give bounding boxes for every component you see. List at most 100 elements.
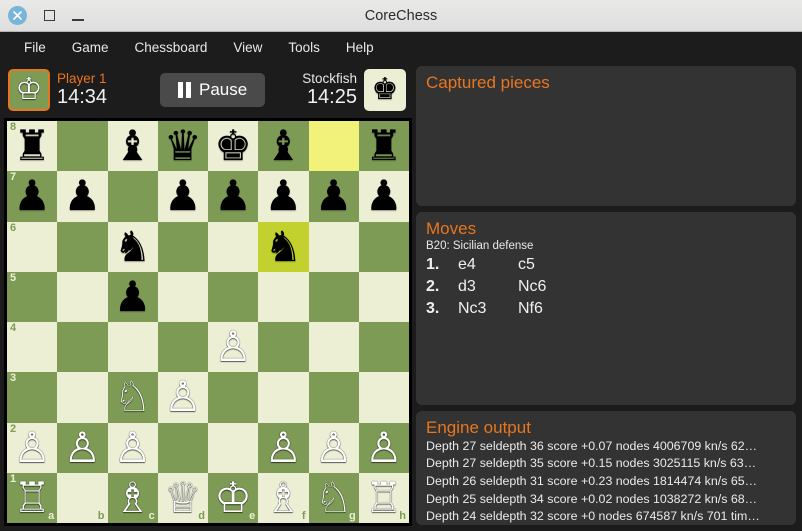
black-pawn-icon[interactable]: ♟ — [359, 171, 409, 221]
engine-output-list[interactable]: Depth 27 seldepth 36 score +0.07 nodes 4… — [426, 438, 786, 525]
menu-item-chessboard[interactable]: Chessboard — [122, 36, 221, 59]
board-square-d6[interactable] — [157, 221, 208, 272]
board-square-f1[interactable]: f ♗ — [258, 472, 309, 523]
board-square-e1[interactable]: e ♔ — [208, 472, 259, 523]
board-square-d7[interactable]: ♟ — [157, 171, 208, 222]
black-bishop-icon[interactable]: ♝ — [258, 121, 308, 171]
board-square-g5[interactable] — [308, 271, 359, 322]
move-row[interactable]: 2. d3 Nc6 — [426, 278, 786, 296]
board-square-f8[interactable]: ♝ — [258, 121, 309, 172]
engine-output-line[interactable]: Depth 26 seldepth 31 score +0.23 nodes 1… — [426, 473, 786, 491]
board-square-c1[interactable]: c ♗ — [107, 472, 158, 523]
move-black[interactable]: c5 — [518, 256, 578, 274]
board-square-h1[interactable]: h ♖ — [358, 472, 409, 523]
board-square-h2[interactable]: ♙ — [358, 422, 409, 473]
white-pawn-icon[interactable]: ♙ — [158, 372, 208, 422]
board-square-b8[interactable] — [57, 121, 108, 172]
board-square-e3[interactable] — [208, 372, 259, 423]
black-queen-icon[interactable]: ♛ — [158, 121, 208, 171]
board-square-h3[interactable] — [358, 372, 409, 423]
white-knight-icon[interactable]: ♘ — [108, 372, 158, 422]
black-knight-icon[interactable]: ♞ — [108, 222, 158, 272]
board-square-e7[interactable]: ♟ — [208, 171, 259, 222]
black-pawn-icon[interactable]: ♟ — [158, 171, 208, 221]
maximize-icon[interactable] — [44, 10, 55, 21]
board-square-c7[interactable] — [107, 171, 158, 222]
pause-button[interactable]: Pause — [160, 73, 266, 107]
board-square-b4[interactable] — [57, 322, 108, 373]
white-pawn-icon[interactable]: ♙ — [359, 423, 409, 473]
move-black[interactable]: Nc6 — [518, 278, 578, 296]
white-queen-icon[interactable]: ♕ — [158, 473, 208, 523]
white-knight-icon[interactable]: ♘ — [309, 473, 359, 523]
board-square-d4[interactable] — [157, 322, 208, 373]
move-white[interactable]: d3 — [458, 278, 518, 296]
board-square-b7[interactable]: ♟ — [57, 171, 108, 222]
board-square-e4[interactable]: ♙ — [208, 322, 259, 373]
board-square-a3[interactable]: 3 — [7, 372, 58, 423]
white-pawn-icon[interactable]: ♙ — [57, 423, 107, 473]
board-square-b5[interactable] — [57, 271, 108, 322]
board-square-g1[interactable]: g ♘ — [308, 472, 359, 523]
move-row[interactable]: 1. e4 c5 — [426, 256, 786, 274]
white-king-icon[interactable]: ♔ — [208, 473, 258, 523]
board-square-f7[interactable]: ♟ — [258, 171, 309, 222]
menu-item-view[interactable]: View — [220, 36, 275, 59]
move-white[interactable]: e4 — [458, 256, 518, 274]
board-square-b2[interactable]: ♙ — [57, 422, 108, 473]
board-square-d2[interactable] — [157, 422, 208, 473]
board-square-f4[interactable] — [258, 322, 309, 373]
board-square-e5[interactable] — [208, 271, 259, 322]
board-square-a8[interactable]: 8 ♜ — [7, 121, 58, 172]
board-square-e2[interactable] — [208, 422, 259, 473]
engine-output-line[interactable]: Depth 24 seldepth 32 score +0 nodes 6745… — [426, 508, 786, 525]
board-square-h5[interactable] — [358, 271, 409, 322]
board-square-f2[interactable]: ♙ — [258, 422, 309, 473]
engine-output-line[interactable]: Depth 25 seldepth 34 score +0.02 nodes 1… — [426, 491, 786, 509]
board-square-g3[interactable] — [308, 372, 359, 423]
move-black[interactable]: Nf6 — [518, 300, 578, 318]
board-square-g4[interactable] — [308, 322, 359, 373]
black-pawn-icon[interactable]: ♟ — [57, 171, 107, 221]
board-square-h8[interactable]: ♜ — [358, 121, 409, 172]
board-square-c2[interactable]: ♙ — [107, 422, 158, 473]
moves-list[interactable]: 1. e4 c5 2. d3 Nc6 3. Nc3 Nf6 — [426, 256, 786, 318]
menu-item-file[interactable]: File — [11, 36, 59, 59]
board-square-d3[interactable]: ♙ — [157, 372, 208, 423]
black-rook-icon[interactable]: ♜ — [359, 121, 409, 171]
engine-output-line[interactable]: Depth 27 seldepth 36 score +0.07 nodes 4… — [426, 438, 786, 456]
board-square-h6[interactable] — [358, 221, 409, 272]
close-icon[interactable] — [8, 6, 27, 25]
board-square-e6[interactable] — [208, 221, 259, 272]
board-square-g7[interactable]: ♟ — [308, 171, 359, 222]
black-rook-icon[interactable]: ♜ — [7, 121, 57, 171]
chessboard-grid[interactable]: 8 ♜ ♝ ♛ ♚ ♝ ♜ 7 ♟ ♟ ♟ ♟ ♟ ♟ ♟ 6 ♞ ♞ 5 ♟ 4 ♙ 3 ♘ ♙ 2 ♙ ♙ ♙ ♙ ♙ ♙ 1 a ♖ b c ♗ d ♕… — [7, 121, 409, 523]
white-pawn-icon[interactable]: ♙ — [108, 423, 158, 473]
board-square-c3[interactable]: ♘ — [107, 372, 158, 423]
move-white[interactable]: Nc3 — [458, 300, 518, 318]
move-row[interactable]: 3. Nc3 Nf6 — [426, 300, 786, 318]
board-square-a4[interactable]: 4 — [7, 322, 58, 373]
board-square-f3[interactable] — [258, 372, 309, 423]
white-bishop-icon[interactable]: ♗ — [108, 473, 158, 523]
black-pawn-icon[interactable]: ♟ — [7, 171, 57, 221]
black-pawn-icon[interactable]: ♟ — [258, 171, 308, 221]
white-pawn-icon[interactable]: ♙ — [309, 423, 359, 473]
board-square-g8[interactable] — [308, 121, 359, 172]
board-square-g2[interactable]: ♙ — [308, 422, 359, 473]
board-square-a7[interactable]: 7 ♟ — [7, 171, 58, 222]
board-square-b3[interactable] — [57, 372, 108, 423]
black-pawn-icon[interactable]: ♟ — [108, 272, 158, 322]
board-square-c5[interactable]: ♟ — [107, 271, 158, 322]
menu-item-game[interactable]: Game — [59, 36, 122, 59]
board-square-f6[interactable]: ♞ — [258, 221, 309, 272]
board-square-b6[interactable] — [57, 221, 108, 272]
board-square-h4[interactable] — [358, 322, 409, 373]
black-bishop-icon[interactable]: ♝ — [108, 121, 158, 171]
menu-item-help[interactable]: Help — [333, 36, 387, 59]
board-square-a1[interactable]: 1 a ♖ — [7, 472, 58, 523]
black-pawn-icon[interactable]: ♟ — [208, 171, 258, 221]
menu-item-tools[interactable]: Tools — [275, 36, 333, 59]
board-square-b1[interactable]: b — [57, 472, 108, 523]
black-knight-icon[interactable]: ♞ — [258, 222, 308, 272]
